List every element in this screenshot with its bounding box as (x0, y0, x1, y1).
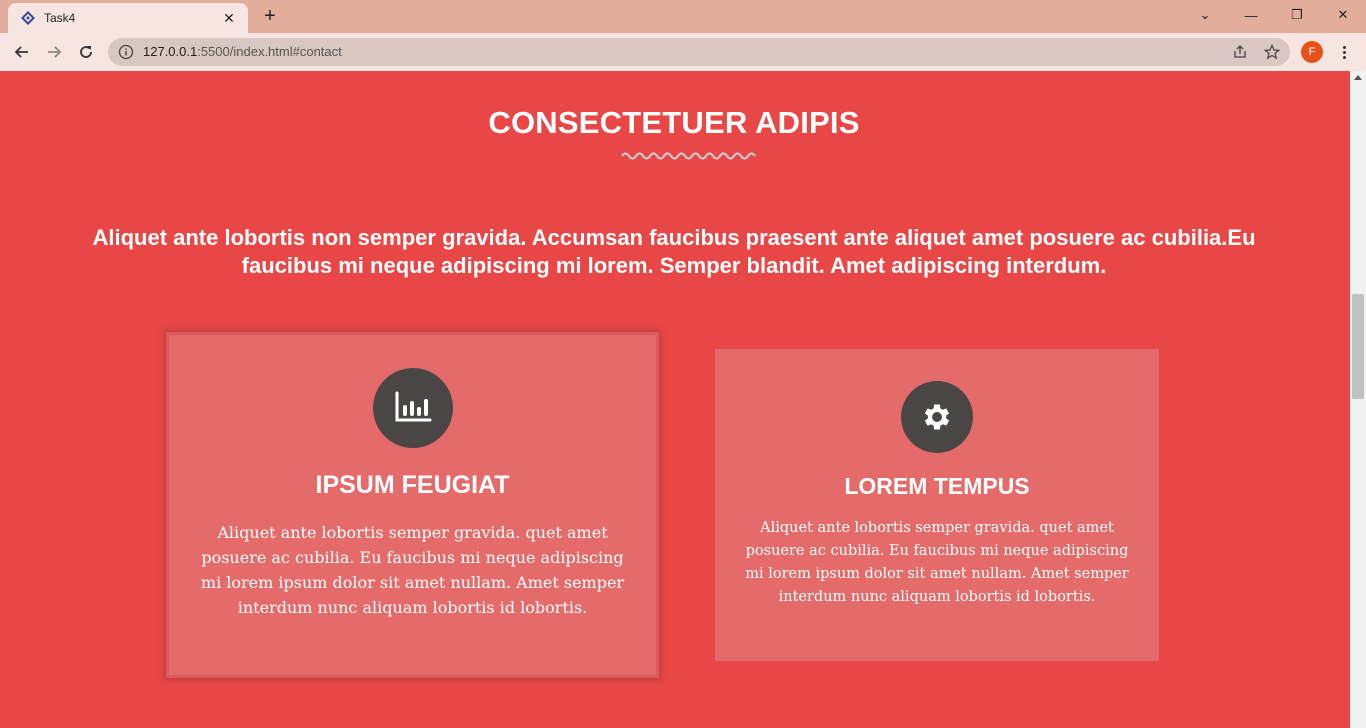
bar-chart-icon (373, 368, 453, 448)
forward-arrow-icon[interactable] (40, 38, 68, 66)
info-icon[interactable] (118, 44, 134, 60)
browser-tab[interactable]: Task4 ✕ (8, 3, 248, 33)
section-title: CONSECTETUER ADIPIS (488, 105, 860, 140)
browser-toolbar: 127.0.0.1:5500/index.html#contact F (0, 33, 1366, 71)
tab-search-button[interactable]: ⌄ (1182, 0, 1228, 30)
feature-card-ipsum-feugiat: IPSUM FEUGIAT Aliquet ante lobortis semp… (166, 332, 659, 678)
feature-card-lorem-tempus: LOREM TEMPUS Aliquet ante lobortis sempe… (715, 349, 1159, 661)
card-text: Aliquet ante lobortis semper gravida. qu… (745, 520, 1129, 605)
tab-close-icon[interactable]: ✕ (220, 9, 238, 27)
reload-icon[interactable] (72, 38, 100, 66)
url-path: :5500/index.html#contact (197, 44, 342, 59)
site-favicon-icon (20, 10, 36, 26)
lead-paragraph: Aliquet ante lobortis non semper gravida… (92, 225, 1256, 278)
card-text: Aliquet ante lobortis semper gravida. qu… (200, 523, 625, 617)
share-icon[interactable] (1232, 44, 1248, 60)
back-arrow-icon[interactable] (8, 38, 36, 66)
address-bar[interactable]: 127.0.0.1:5500/index.html#contact (108, 38, 1290, 66)
page-viewport: CONSECTETUER ADIPIS Aliquet ante loborti… (0, 71, 1350, 728)
url-text: 127.0.0.1:5500/index.html#contact (143, 38, 342, 66)
url-host: 127.0.0.1 (143, 44, 198, 59)
minimize-button[interactable]: — (1228, 0, 1274, 30)
restore-button[interactable]: ❐ (1274, 0, 1320, 30)
gear-icon (901, 381, 973, 453)
scroll-up-icon[interactable] (1354, 75, 1362, 80)
kebab-menu-icon[interactable] (1334, 40, 1354, 64)
profile-avatar[interactable]: F (1301, 41, 1323, 63)
wave-divider (621, 152, 756, 160)
tab-title: Task4 (44, 11, 76, 25)
tab-strip: Task4 ✕ + ⌄ — ❐ ✕ (0, 0, 1366, 33)
scrollbar-thumb[interactable] (1352, 294, 1364, 399)
card-title: LOREM TEMPUS (844, 473, 1030, 499)
window-close-button[interactable]: ✕ (1320, 0, 1366, 30)
vertical-scrollbar[interactable] (1350, 71, 1366, 728)
star-icon[interactable] (1263, 44, 1281, 60)
card-title: IPSUM FEUGIAT (315, 471, 510, 499)
new-tab-button[interactable]: + (258, 5, 282, 29)
